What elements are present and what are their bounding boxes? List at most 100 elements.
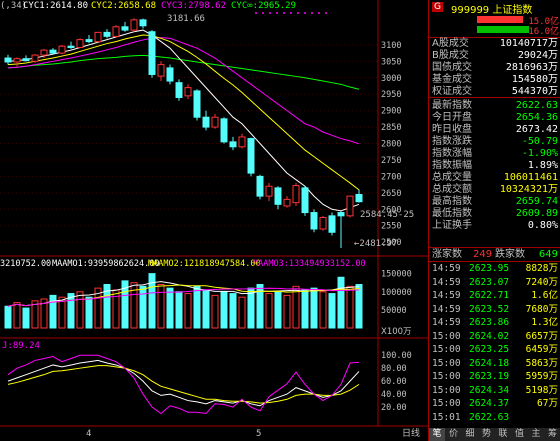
volume-bar	[139, 285, 147, 329]
price-axis-label: 2850	[381, 123, 401, 133]
tab-1[interactable]: 价	[446, 428, 462, 441]
volume-bar	[265, 293, 273, 329]
quote-row: 国债成交 2816963万	[429, 62, 560, 73]
volume-bar	[184, 293, 192, 329]
main-legend-cyc3: CYC3:2798.62	[161, 1, 226, 11]
tab-2[interactable]: 细	[462, 428, 478, 441]
quote-row: 昨日收盘 2673.42	[429, 124, 560, 135]
tick-row: 15:00 2623.19 5959万	[429, 371, 560, 382]
breadth-row: 涨家数 249 跌家数 649	[429, 249, 560, 260]
candle	[112, 25, 120, 38]
tab-7[interactable]: 筹	[545, 428, 560, 441]
volume-bar	[49, 294, 57, 329]
price-axis-label: 3000	[381, 74, 401, 84]
quote-value: 0.80%	[527, 220, 558, 231]
up-count-label: 涨家数	[432, 249, 462, 260]
volume-bar	[247, 287, 255, 329]
tab-5[interactable]: 值	[512, 428, 528, 441]
price-axis-label: 2950	[381, 90, 401, 100]
quote-panel: G 999999 上证指数 15.0亿 16.0亿 A股成交 10140717万 B…	[428, 0, 560, 441]
quote-label: 昨日收盘	[432, 124, 472, 135]
quote-row: 最新指数 2622.63	[429, 100, 560, 111]
volume-bar	[148, 273, 156, 329]
candle	[256, 174, 264, 200]
tick-time: 15:01	[432, 411, 461, 423]
volume-bar	[274, 291, 282, 329]
tab-0[interactable]: 笔	[429, 428, 445, 441]
quote-value: 1.89%	[527, 160, 558, 171]
quote-value: 544370万	[511, 86, 558, 97]
tick-row: 15:00 2624.34 5198万	[429, 385, 560, 396]
divider	[429, 97, 560, 98]
tick-price: 2624.02	[469, 330, 510, 342]
quote-row: 指数振幅 1.89%	[429, 160, 560, 171]
candle	[76, 38, 84, 49]
ratio-up-bar	[477, 16, 523, 23]
volume-bar	[13, 302, 21, 329]
tick-price: 2623.25	[469, 344, 510, 355]
candle	[292, 182, 300, 206]
annotation-high: 3181.66	[167, 14, 205, 24]
quote-label: 指数振幅	[432, 160, 472, 171]
tick-price: 2624.18	[469, 357, 510, 369]
volume-bar	[310, 287, 318, 329]
tab-4[interactable]: 联	[495, 428, 511, 441]
volume-bar	[157, 284, 165, 329]
panel-title-bar: G 999999 上证指数	[429, 0, 560, 16]
volume-bar	[67, 293, 75, 329]
main-legend-cyc1: CYC1:2614.80	[23, 1, 88, 11]
chart-area[interactable]: 3100 3050 3000 2950 2900 2850 2800 2750 2700 2650…	[0, 0, 428, 441]
candle	[166, 64, 174, 85]
tick-time: 14:59	[432, 263, 461, 274]
quote-label: 指数涨跌	[432, 136, 472, 147]
market-badge[interactable]: G	[432, 2, 443, 12]
tick-time: 15:00	[432, 344, 461, 355]
tab-3[interactable]: 势	[479, 428, 495, 441]
tab-daily[interactable]: 日线	[402, 428, 420, 441]
tick-time: 15:00	[432, 384, 461, 396]
volume-bar	[202, 289, 210, 329]
tick-time: 14:59	[432, 290, 461, 301]
tick-time: 14:59	[432, 317, 461, 328]
divider	[429, 261, 560, 262]
quote-label: 国债成交	[432, 62, 472, 73]
quote-label: 最高指数	[432, 196, 472, 207]
index-title: 999999 上证指数	[451, 5, 533, 16]
candle	[328, 212, 336, 236]
volume-bar	[175, 291, 183, 329]
quote-row: 指数涨跌 -50.79	[429, 136, 560, 147]
volume-bar	[301, 289, 309, 329]
up-count: 249	[473, 249, 493, 260]
tick-price: 2623.52	[469, 303, 510, 315]
candle	[193, 89, 201, 121]
tick-volume: 1.3亿	[531, 317, 558, 328]
quote-label: A股成交	[432, 38, 469, 49]
down-count: 649	[538, 249, 558, 260]
tick-volume: 8828万	[525, 263, 558, 274]
quote-label: 最新指数	[432, 100, 472, 111]
quote-label: 权证成交	[432, 86, 472, 97]
quote-value: 29024万	[517, 50, 558, 61]
volume-bar	[193, 285, 201, 329]
volume-bar	[76, 291, 84, 329]
candle	[175, 79, 183, 101]
quote-value: 10140717万	[499, 38, 558, 49]
indicator-axis-label: 40.00	[381, 390, 407, 400]
tick-volume: 7680万	[525, 303, 558, 315]
candle	[94, 31, 102, 43]
volume-axis-label: 50000	[381, 306, 407, 316]
quote-row: A股成交 10140717万	[429, 38, 560, 49]
tick-volume: 5198万	[525, 384, 558, 396]
quote-value: 2673.42	[515, 124, 558, 135]
volume-bar	[319, 291, 327, 329]
volume-bar	[328, 293, 336, 329]
tick-volume: 5863万	[525, 357, 558, 369]
ratio-down: 16.0亿	[477, 25, 560, 37]
time-label-1: 5	[256, 429, 261, 439]
tab-6[interactable]: 主	[528, 428, 544, 441]
quote-row: 最低指数 2609.89	[429, 208, 560, 219]
quote-label: B股成交	[432, 50, 469, 61]
tick-price: 2622.63	[469, 411, 510, 423]
tick-price: 2623.07	[469, 276, 510, 288]
volume-bar	[337, 276, 345, 329]
